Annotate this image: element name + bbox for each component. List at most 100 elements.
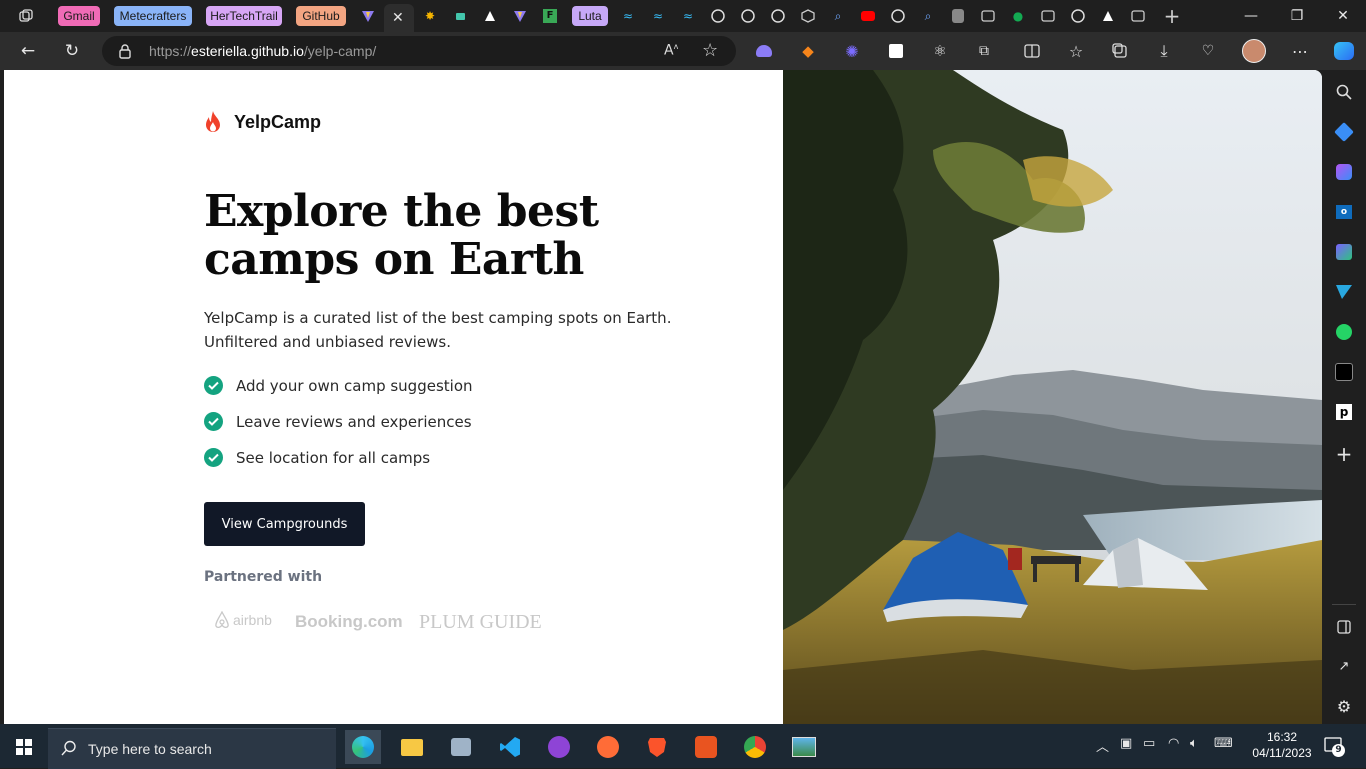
profile-avatar[interactable]	[1242, 39, 1266, 63]
notification-count: 9	[1332, 744, 1345, 757]
wifi-icon[interactable]: ◠	[1168, 736, 1179, 751]
leaf-tab-icon[interactable]: ●	[1008, 6, 1028, 26]
tab-group-luta[interactable]: Luta	[572, 6, 608, 26]
send-icon[interactable]	[1332, 280, 1356, 304]
new-tab-icon[interactable]: +	[1162, 4, 1182, 28]
sidebar-settings-gear-icon[interactable]: ⚙	[1332, 694, 1356, 718]
f-tab-icon[interactable]: F	[540, 6, 560, 26]
back-icon[interactable]: ←	[13, 36, 43, 66]
vscode-icon[interactable]	[492, 730, 528, 764]
photos-icon[interactable]	[786, 730, 822, 764]
tailwind-tab-icon[interactable]: ≈	[618, 6, 638, 26]
github-tab-icon-3[interactable]	[768, 6, 788, 26]
react-extension-icon[interactable]: ⚛	[928, 39, 952, 63]
search-icon[interactable]	[1332, 80, 1356, 104]
meet-now-icon[interactable]: ▣	[1120, 736, 1132, 751]
active-tab[interactable]: ✕	[384, 4, 414, 32]
chrome-icon[interactable]	[737, 730, 773, 764]
tab-group-hertechtrail[interactable]: HerTechTrail	[206, 6, 282, 26]
search-tab-icon-2[interactable]: ⌕	[918, 6, 938, 26]
address-bar[interactable]: https://esteriella.github.io/yelp-camp/ …	[102, 36, 736, 66]
check-circle-icon	[204, 448, 223, 467]
brave-icon[interactable]	[639, 730, 675, 764]
github-tab-icon-2[interactable]	[738, 6, 758, 26]
favorite-star-icon[interactable]: ☆	[702, 40, 718, 61]
youtube-tab-icon[interactable]	[858, 6, 878, 26]
restore-button[interactable]: ❐	[1274, 0, 1320, 32]
vite-tab-icon[interactable]	[358, 6, 378, 26]
tab-group-metecrafters[interactable]: Metecrafters	[114, 6, 192, 26]
lock-icon[interactable]	[118, 43, 132, 63]
vercel-tab-icon-2[interactable]	[1098, 6, 1118, 26]
notifications-icon[interactable]: 9	[1324, 736, 1345, 760]
chatgpt-icon[interactable]	[1332, 360, 1356, 384]
designer-icon[interactable]	[1332, 240, 1356, 264]
add-sidebar-app-icon[interactable]: +	[1332, 442, 1356, 466]
read-aloud-icon[interactable]: Aʌ	[664, 42, 678, 59]
postman-icon[interactable]	[590, 730, 626, 764]
database-tab-icon[interactable]	[948, 6, 968, 26]
page-tab-icon[interactable]	[978, 6, 998, 26]
hide-sidebar-icon[interactable]	[1332, 615, 1356, 639]
ghost-extension-icon[interactable]	[752, 39, 776, 63]
copilot-icon[interactable]	[1332, 39, 1356, 63]
open-external-icon[interactable]: ↗	[1332, 654, 1356, 678]
tab-group-github[interactable]: GitHub	[296, 6, 346, 26]
edge-taskbar-icon[interactable]	[345, 730, 381, 764]
tiktok-extension-icon[interactable]	[884, 39, 908, 63]
ubuntu-icon[interactable]	[688, 730, 724, 764]
sun-tab-icon[interactable]: ✸	[420, 6, 440, 26]
vite-tab-icon-2[interactable]	[510, 6, 530, 26]
show-hidden-icons[interactable]: ︿	[1096, 736, 1109, 755]
vercel-tab-icon[interactable]	[480, 6, 500, 26]
page-tab-icon-3[interactable]	[1128, 6, 1148, 26]
shopping-tag-icon[interactable]	[1332, 120, 1356, 144]
collections-icon[interactable]	[1108, 39, 1132, 63]
p-app-icon[interactable]: p	[1332, 400, 1356, 424]
copilot-sidebar-icon[interactable]	[1332, 160, 1356, 184]
system-clock[interactable]: 16:32 04/11/2023	[1246, 729, 1318, 761]
github-tab-icon-5[interactable]	[1068, 6, 1088, 26]
close-window-button[interactable]: ✕	[1320, 0, 1366, 32]
search-tab-icon[interactable]: ⌕	[828, 6, 848, 26]
tab-group-gmail[interactable]: Gmail	[58, 6, 100, 26]
performance-icon[interactable]: ♡	[1196, 39, 1220, 63]
more-menu-icon[interactable]: ⋯	[1288, 39, 1312, 63]
battery-icon[interactable]: ▭	[1143, 736, 1155, 751]
split-screen-icon[interactable]	[1020, 39, 1044, 63]
downloads-icon[interactable]: ⤓	[1152, 39, 1176, 63]
workspaces-icon[interactable]	[16, 6, 36, 26]
github-tab-icon-4[interactable]	[888, 6, 908, 26]
booking-logo: Booking.com	[295, 612, 403, 631]
search-icon	[61, 740, 77, 759]
tailwind-tab-icon-3[interactable]: ≈	[678, 6, 698, 26]
outlook-icon[interactable]: o	[1332, 200, 1356, 224]
page-viewport: YelpCamp Explore the best camps on Earth…	[4, 70, 1322, 724]
network-app-icon[interactable]	[443, 730, 479, 764]
cube-tab-icon[interactable]	[798, 6, 818, 26]
extensions-puzzle-icon[interactable]: ⧉	[972, 39, 996, 63]
github-desktop-icon[interactable]	[541, 730, 577, 764]
hero-camping-image	[783, 70, 1322, 724]
refresh-icon[interactable]: ↻	[57, 36, 87, 66]
url-text[interactable]: https://esteriella.github.io/yelp-camp/	[149, 43, 376, 59]
windows-start-icon[interactable]	[16, 739, 32, 759]
favorites-icon[interactable]: ☆	[1064, 39, 1088, 63]
gear-extension-icon[interactable]: ✺	[840, 39, 864, 63]
metamask-extension-icon[interactable]: ◆	[796, 39, 820, 63]
close-tab-icon[interactable]: ✕	[392, 10, 404, 26]
flame-icon	[206, 111, 220, 132]
minimize-button[interactable]: —	[1228, 0, 1274, 32]
taskbar-search-box[interactable]: Type here to search	[48, 728, 336, 769]
site-logo[interactable]: YelpCamp	[204, 110, 321, 134]
github-tab-icon[interactable]	[708, 6, 728, 26]
volume-icon[interactable]: 🔈︎	[1190, 736, 1198, 751]
file-explorer-icon[interactable]	[394, 730, 430, 764]
plum-guide-logo: PLUM GUIDE	[419, 611, 542, 633]
tailwind-tab-icon-2[interactable]: ≈	[648, 6, 668, 26]
keyboard-icon[interactable]: ⌨	[1214, 736, 1233, 751]
view-campgrounds-button[interactable]: View Campgrounds	[204, 502, 365, 546]
page-tab-icon-2[interactable]	[1038, 6, 1058, 26]
green-tab-icon[interactable]	[450, 6, 470, 26]
whatsapp-icon[interactable]	[1332, 320, 1356, 344]
